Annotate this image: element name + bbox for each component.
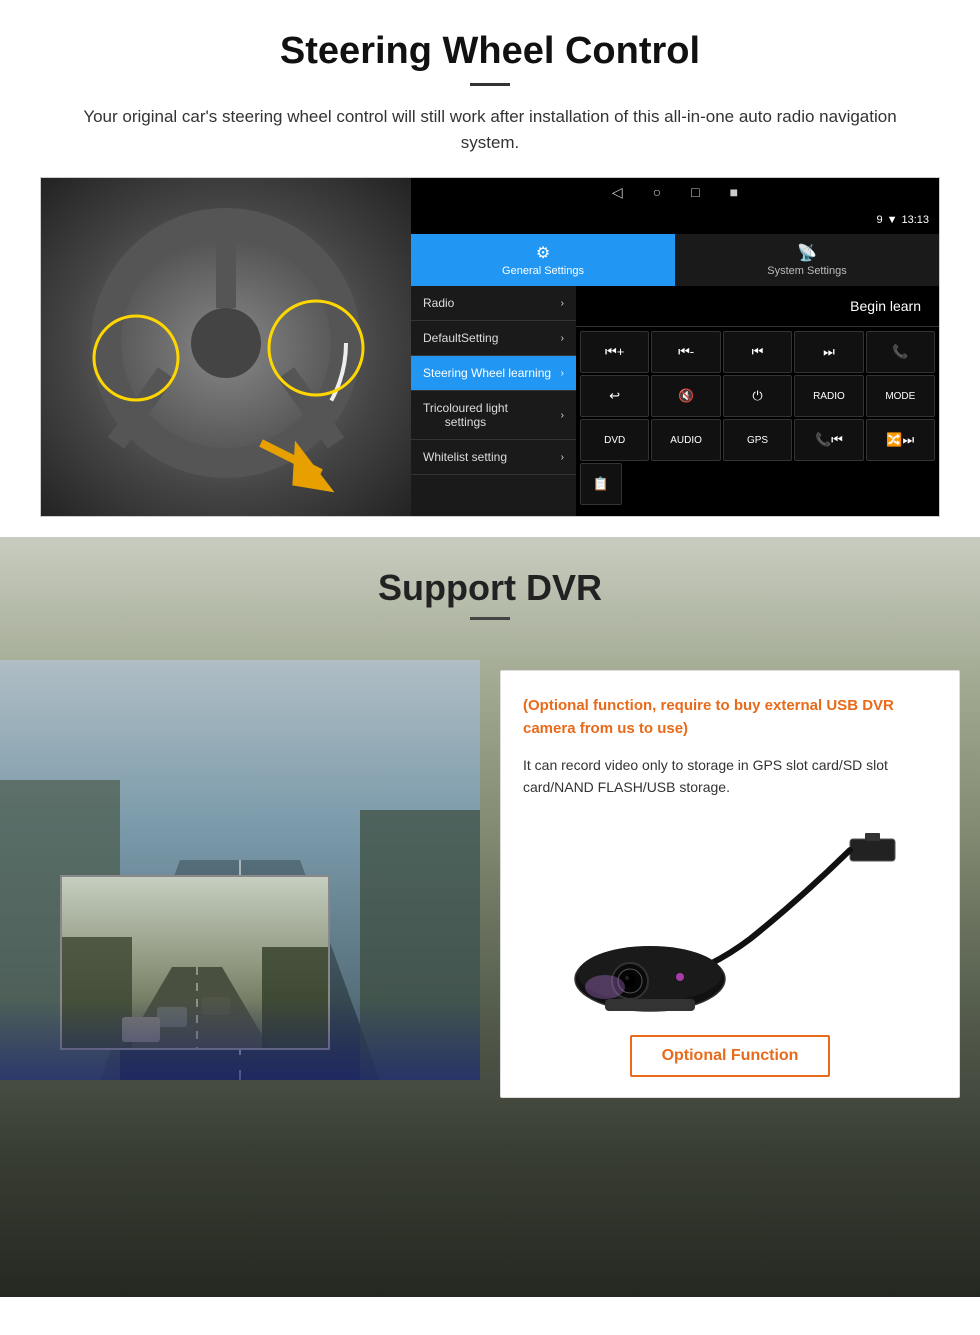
general-settings-icon: ⚙ bbox=[536, 243, 550, 263]
menu-steering-wheel-learning[interactable]: Steering Wheel learning › bbox=[411, 356, 576, 391]
system-settings-icon: 📡 bbox=[797, 243, 817, 263]
menu-radio[interactable]: Radio › bbox=[411, 286, 576, 321]
status-icons: 9 ▼ 13:13 bbox=[876, 214, 929, 226]
menu-default-label: DefaultSetting bbox=[423, 331, 498, 345]
car-bonnet bbox=[0, 1000, 480, 1080]
menu-tri-label: Tricoloured lightsettings bbox=[423, 401, 508, 429]
ctrl-row-4: 📋 bbox=[580, 463, 935, 505]
dvr-road-view bbox=[0, 660, 480, 1080]
btn-radio[interactable]: RADIO bbox=[794, 375, 863, 417]
dvr-camera-image bbox=[523, 819, 937, 1019]
btn-dvd[interactable]: DVD bbox=[580, 419, 649, 461]
steering-wheel-section: Steering Wheel Control Your original car… bbox=[0, 0, 980, 537]
dvr-section: Support DVR bbox=[0, 537, 980, 1297]
btn-prev[interactable]: ⏮ bbox=[723, 331, 792, 373]
swc-title: Steering Wheel Control bbox=[40, 30, 940, 73]
menu-whitelist-label: Whitelist setting bbox=[423, 450, 507, 464]
menu-default-setting[interactable]: DefaultSetting › bbox=[411, 321, 576, 356]
menu-whitelist[interactable]: Whitelist setting › bbox=[411, 440, 576, 475]
btn-phone-prev[interactable]: 📞⏮ bbox=[794, 419, 863, 461]
steering-wheel-svg bbox=[61, 193, 391, 503]
swc-description: Your original car's steering wheel contr… bbox=[60, 104, 920, 155]
btn-mute[interactable]: 🔇 bbox=[651, 375, 720, 417]
android-content: Radio › DefaultSetting › Steering Wheel … bbox=[411, 286, 939, 516]
menu-radio-label: Radio bbox=[423, 296, 454, 310]
dvr-title: Support DVR bbox=[0, 567, 980, 609]
begin-learn-button[interactable]: Begin learn bbox=[842, 294, 929, 318]
back-icon[interactable]: ◁ bbox=[612, 184, 623, 201]
steering-wheel-photo bbox=[41, 178, 411, 517]
optional-function-button[interactable]: Optional Function bbox=[630, 1035, 831, 1077]
btn-audio[interactable]: AUDIO bbox=[651, 419, 720, 461]
android-tabs: ⚙ General Settings 📡 System Settings bbox=[411, 234, 939, 286]
home-icon[interactable]: ○ bbox=[653, 184, 661, 200]
btn-next[interactable]: ⏭ bbox=[794, 331, 863, 373]
dvr-optional-note: (Optional function, require to buy exter… bbox=[523, 695, 937, 740]
ctrl-row-2: ↩ 🔇 ⏻ RADIO MODE bbox=[580, 375, 935, 417]
ctrl-row-1: ⏮+ ⏮- ⏮ ⏭ 📞 bbox=[580, 331, 935, 373]
recents-icon[interactable]: □ bbox=[691, 184, 699, 200]
chevron-icon: › bbox=[561, 298, 564, 309]
btn-gps[interactable]: GPS bbox=[723, 419, 792, 461]
control-grid: ⏮+ ⏮- ⏮ ⏭ 📞 ↩ 🔇 ⏻ RADIO MODE bbox=[576, 327, 939, 516]
tab-general-label: General Settings bbox=[502, 265, 584, 277]
dvr-right-panel: (Optional function, require to buy exter… bbox=[480, 660, 980, 1098]
wifi-icon: ▼ bbox=[887, 214, 898, 226]
chevron-icon: › bbox=[561, 452, 564, 463]
btn-back[interactable]: ↩ bbox=[580, 375, 649, 417]
menu-icon[interactable]: ■ bbox=[730, 184, 738, 200]
dvr-body: (Optional function, require to buy exter… bbox=[0, 640, 980, 1118]
android-right-panel: Begin learn ⏮+ ⏮- ⏮ ⏭ 📞 ↩ bbox=[576, 286, 939, 516]
btn-mode[interactable]: MODE bbox=[866, 375, 935, 417]
tab-system-settings[interactable]: 📡 System Settings bbox=[675, 234, 939, 286]
dvr-header: Support DVR bbox=[0, 537, 980, 640]
chevron-icon: › bbox=[561, 410, 564, 421]
signal-icon: 9 bbox=[876, 214, 882, 226]
swc-composite: ◁ ○ □ ■ 9 ▼ 13:13 ⚙ General Settings bbox=[40, 177, 940, 517]
android-statusbar: 9 ▼ 13:13 bbox=[411, 206, 939, 234]
tab-general-settings[interactable]: ⚙ General Settings bbox=[411, 234, 675, 286]
android-menu: Radio › DefaultSetting › Steering Wheel … bbox=[411, 286, 576, 516]
chevron-icon: › bbox=[561, 333, 564, 344]
btn-shuffle-next[interactable]: 🔀⏭ bbox=[866, 419, 935, 461]
btn-vol-minus[interactable]: ⏮- bbox=[651, 331, 720, 373]
menu-swl-label: Steering Wheel learning bbox=[423, 366, 551, 380]
btn-phone[interactable]: 📞 bbox=[866, 331, 935, 373]
dvr-camera-svg bbox=[550, 819, 910, 1019]
tab-system-label: System Settings bbox=[767, 265, 846, 277]
chevron-icon: › bbox=[561, 368, 564, 379]
ctrl-row-3: DVD AUDIO GPS 📞⏮ 🔀⏭ bbox=[580, 419, 935, 461]
android-navbar: ◁ ○ □ ■ bbox=[411, 178, 939, 206]
btn-power[interactable]: ⏻ bbox=[723, 375, 792, 417]
dvr-description: It can record video only to storage in G… bbox=[523, 754, 937, 799]
btn-camera[interactable]: 📋 bbox=[580, 463, 622, 505]
steering-wheel-graphic bbox=[61, 193, 391, 503]
btn-vol-plus[interactable]: ⏮+ bbox=[580, 331, 649, 373]
android-ui-panel: ◁ ○ □ ■ 9 ▼ 13:13 ⚙ General Settings bbox=[411, 178, 939, 516]
dvr-divider bbox=[470, 617, 510, 620]
menu-tricoloured[interactable]: Tricoloured lightsettings › bbox=[411, 391, 576, 440]
begin-learn-row: Begin learn bbox=[576, 286, 939, 327]
dvr-info-card: (Optional function, require to buy exter… bbox=[500, 670, 960, 1098]
swc-divider bbox=[470, 83, 510, 86]
time-display: 13:13 bbox=[901, 214, 929, 226]
dvr-left-panel bbox=[0, 660, 480, 1098]
